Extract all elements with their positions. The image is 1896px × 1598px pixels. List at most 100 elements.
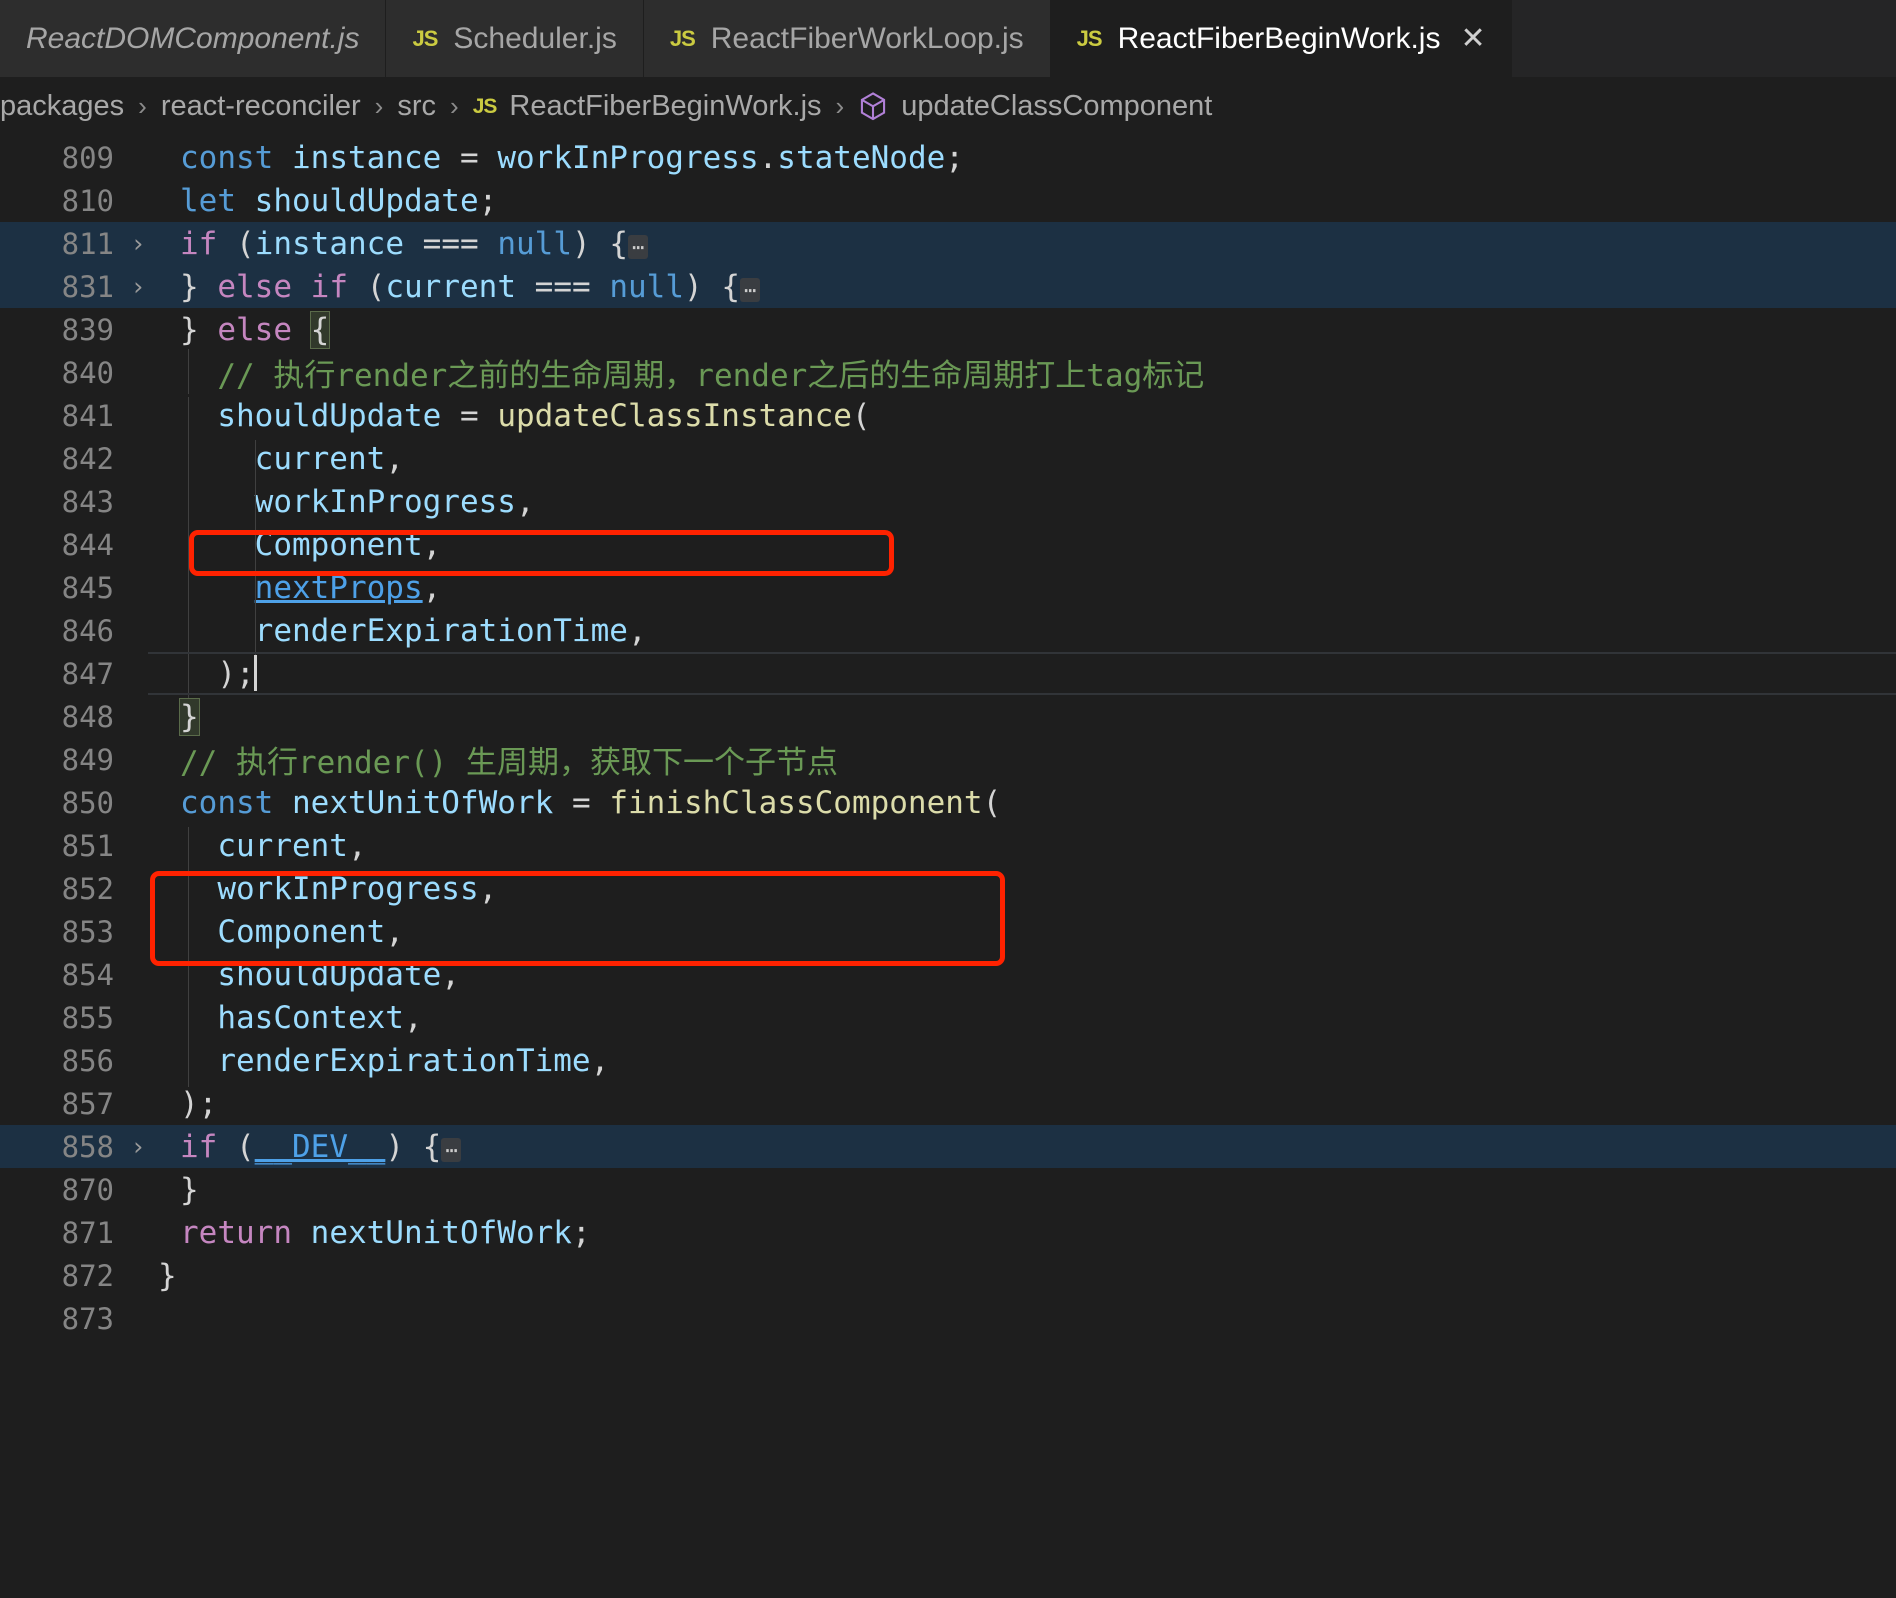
token-lparen: (: [851, 397, 871, 434]
collapsed-region-marker[interactable]: ⋯: [441, 1137, 462, 1162]
code-line-871[interactable]: 871 return nextUnitOfWork;: [0, 1211, 1896, 1254]
code-line-858[interactable]: 858 › if (__DEV__) {⋯: [0, 1125, 1896, 1168]
code-line-873[interactable]: 873: [0, 1297, 1896, 1340]
tab-Scheduler[interactable]: JS Scheduler.js: [386, 0, 644, 77]
line-number: 873: [61, 1301, 114, 1336]
token-stateNode: stateNode: [777, 139, 946, 176]
line-number: 855: [61, 1000, 114, 1035]
token-current: current: [254, 440, 386, 477]
code-line-839[interactable]: 839 } else {: [0, 308, 1896, 351]
code-line-853[interactable]: 853 Component,: [0, 910, 1896, 958]
token-strict-equals: ===: [534, 268, 591, 305]
token-comma: ,: [478, 870, 498, 907]
token-assign: =: [571, 784, 591, 821]
token-nextProps-link[interactable]: nextProps: [255, 570, 423, 606]
fold-chevron-icon[interactable]: ›: [118, 1132, 158, 1161]
breadcrumb-item-packages[interactable]: packages: [0, 90, 124, 123]
code-line-856[interactable]: 856 renderExpirationTime,: [0, 1039, 1896, 1087]
token-let: let: [180, 182, 236, 219]
indent-guide: [188, 654, 189, 699]
token-comma: ,: [515, 483, 535, 520]
code-line-845[interactable]: 845 nextProps,: [0, 566, 1896, 614]
code-content: if (__DEV__) {⋯: [158, 1129, 1896, 1165]
token-dev-flag[interactable]: __DEV__: [255, 1129, 386, 1165]
line-number: 809: [61, 140, 114, 175]
token-shouldUpdate: shouldUpdate: [254, 182, 479, 219]
collapsed-region-marker[interactable]: ⋯: [740, 277, 761, 302]
line-number: 870: [61, 1172, 114, 1207]
code-line-852[interactable]: 852 workInProgress,: [0, 867, 1896, 915]
token-comma: ,: [422, 569, 442, 606]
indent-guide: [188, 568, 189, 614]
code-content: shouldUpdate = updateClassInstance(: [158, 396, 1896, 442]
token-if: if: [310, 268, 348, 305]
code-line-848[interactable]: 848 }: [0, 695, 1896, 738]
line-number: 854: [61, 957, 114, 992]
tab-ReactFiberWorkLoop[interactable]: JS ReactFiberWorkLoop.js: [643, 0, 1051, 77]
indent-guide: [255, 525, 256, 571]
code-line-870[interactable]: 870 }: [0, 1168, 1896, 1211]
tab-ReactFiberBeginWork[interactable]: JS ReactFiberBeginWork.js ✕: [1050, 0, 1512, 77]
token-const: const: [180, 139, 274, 176]
code-line-811[interactable]: 811 › if (instance === null) {⋯: [0, 222, 1896, 265]
line-number: 810: [61, 183, 114, 218]
line-number: 858: [61, 1129, 114, 1164]
line-number: 811: [61, 226, 114, 261]
code-line-854[interactable]: 854 shouldUpdate,: [0, 953, 1896, 1001]
token-assign: =: [459, 397, 479, 434]
indent-guide: [188, 611, 189, 657]
breadcrumb-item-file[interactable]: JS ReactFiberBeginWork.js: [473, 90, 822, 123]
code-line-847[interactable]: 847 );: [0, 652, 1896, 699]
code-line-841[interactable]: 841 shouldUpdate = updateClassInstance(: [0, 394, 1896, 442]
code-line-846[interactable]: 846 renderExpirationTime,: [0, 609, 1896, 657]
code-line-831[interactable]: 831 › } else if (current === null) {⋯: [0, 265, 1896, 308]
collapsed-region-marker[interactable]: ⋯: [628, 234, 649, 259]
code-line-851[interactable]: 851 current,: [0, 824, 1896, 872]
code-line-842[interactable]: 842 current,: [0, 437, 1896, 485]
line-number: 843: [61, 484, 114, 519]
token-comma: ,: [441, 956, 460, 993]
code-line-810[interactable]: 810 let shouldUpdate;: [0, 179, 1896, 222]
indent-guide: [255, 568, 256, 614]
breadcrumb-label: src: [397, 90, 437, 122]
token-rbrace: }: [180, 311, 199, 348]
token-rparen: ): [385, 1128, 404, 1165]
fold-chevron-icon[interactable]: ›: [118, 229, 158, 258]
breadcrumb-item-src[interactable]: src: [397, 90, 436, 123]
code-content: );: [158, 1086, 1896, 1122]
tab-ReactDOMComponent[interactable]: ReactDOMComponent.js: [0, 0, 387, 77]
line-number: 844: [61, 527, 114, 562]
code-line-872[interactable]: 872 }: [0, 1254, 1896, 1297]
breadcrumb-item-symbol[interactable]: updateClassComponent: [858, 90, 1212, 123]
symbol-method-cube-icon: [858, 91, 888, 123]
token-lbrace: {: [422, 1128, 442, 1165]
tab-bar-empty-space: [1511, 0, 1896, 77]
token-else: else: [217, 311, 292, 348]
code-line-840[interactable]: 840 // 执行render之前的生命周期，render之后的生命周期打上ta…: [0, 349, 1896, 394]
breadcrumb-item-react-reconciler[interactable]: react-reconciler: [161, 90, 361, 123]
js-file-icon: JS: [1076, 25, 1103, 51]
indent-guide: [188, 1041, 189, 1087]
text-cursor: [253, 655, 257, 691]
fold-chevron-icon[interactable]: ›: [118, 272, 158, 301]
code-editor[interactable]: 809 const instance = workInProgress.stat…: [0, 136, 1896, 1598]
token-close-call: );: [180, 1085, 218, 1122]
indent-guide: [188, 955, 189, 1001]
token-close-call: );: [217, 656, 255, 692]
token-current: current: [385, 268, 516, 305]
code-line-857[interactable]: 857 );: [0, 1082, 1896, 1125]
token-finishClassComponent: finishClassComponent: [609, 784, 983, 821]
code-line-843[interactable]: 843 workInProgress,: [0, 480, 1896, 528]
code-line-809[interactable]: 809 const instance = workInProgress.stat…: [0, 136, 1896, 179]
code-line-850[interactable]: 850 const nextUnitOfWork = finishClassCo…: [0, 781, 1896, 824]
close-icon[interactable]: ✕: [1460, 23, 1485, 54]
code-line-855[interactable]: 855 hasContext,: [0, 996, 1896, 1044]
line-number: 845: [61, 570, 114, 605]
line-number: 849: [61, 742, 114, 777]
breadcrumb: packages › react-reconciler › src › JS R…: [0, 77, 1896, 136]
line-number: 840: [61, 355, 114, 390]
code-line-844[interactable]: 844 Component,: [0, 523, 1896, 571]
indent-guide: [255, 439, 256, 485]
indent-guide: [188, 912, 189, 958]
code-line-849[interactable]: 849 // 执行render() 生周期，获取下一个子节点: [0, 738, 1896, 782]
